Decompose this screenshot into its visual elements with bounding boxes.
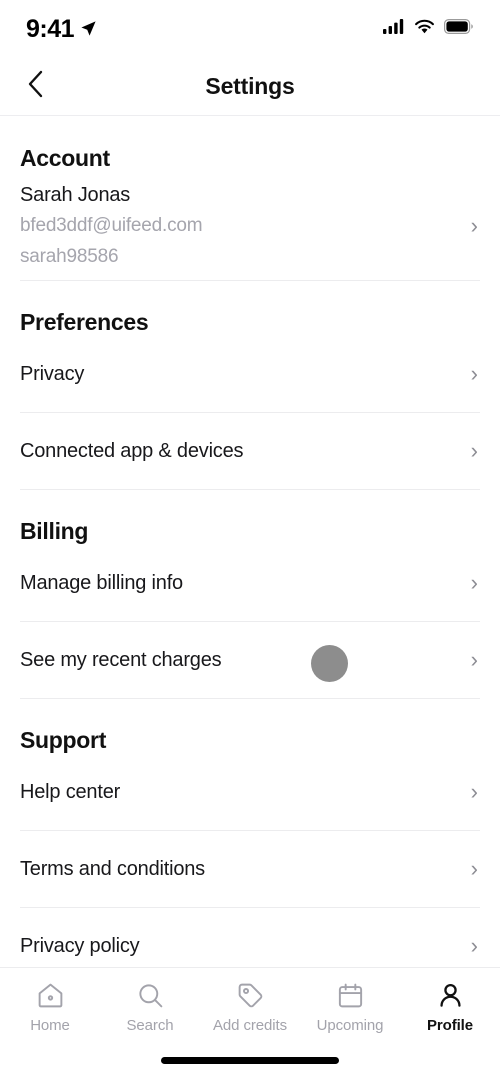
chevron-right-icon: ›: [470, 361, 478, 386]
section-title-billing: Billing: [20, 518, 89, 544]
section-title-support: Support: [20, 727, 107, 753]
row-terms-and-conditions[interactable]: Terms and conditions ›: [0, 831, 500, 907]
status-indicators: [383, 19, 474, 39]
search-icon: [136, 980, 165, 1010]
page-title: Settings: [205, 73, 295, 99]
chevron-right-icon: ›: [470, 933, 478, 958]
account-name: Sarah Jonas: [20, 183, 131, 206]
home-icon: [36, 980, 65, 1010]
status-time: 9:41: [26, 15, 97, 44]
chevron-right-icon: ›: [470, 647, 478, 672]
home-indicator: [161, 1057, 339, 1064]
row-privacy-policy[interactable]: Privacy policy ›: [0, 908, 500, 967]
tab-home[interactable]: Home: [0, 980, 100, 1034]
row-label: Help center: [20, 780, 121, 803]
calendar-icon: [336, 980, 365, 1010]
app-header: Settings: [0, 58, 500, 116]
chevron-right-icon: ›: [470, 213, 478, 238]
row-privacy[interactable]: Privacy ›: [0, 336, 500, 412]
back-button[interactable]: [14, 65, 58, 109]
row-help-center[interactable]: Help center ›: [0, 754, 500, 830]
row-label: See my recent charges: [20, 648, 222, 671]
settings-list[interactable]: Account Sarah Jonas bfed3ddf@uifeed.com …: [0, 117, 500, 967]
section-title-preferences: Preferences: [20, 309, 149, 335]
row-label: Privacy policy: [20, 934, 140, 957]
row-manage-billing-info[interactable]: Manage billing info ›: [0, 545, 500, 621]
status-time-text: 9:41: [26, 14, 75, 43]
chevron-right-icon: ›: [470, 438, 478, 463]
chevron-right-icon: ›: [470, 779, 478, 804]
battery-full-icon: [444, 19, 474, 39]
row-account-profile[interactable]: Sarah Jonas bfed3ddf@uifeed.com sarah985…: [0, 172, 500, 280]
tab-add-credits[interactable]: Add credits: [200, 980, 300, 1034]
chevron-right-icon: ›: [470, 570, 478, 595]
row-see-recent-charges[interactable]: See my recent charges ›: [0, 622, 500, 698]
person-icon: [436, 980, 465, 1010]
tab-label: Add credits: [213, 1017, 287, 1034]
chevron-left-icon: [25, 69, 47, 104]
account-info: Sarah Jonas bfed3ddf@uifeed.com sarah985…: [20, 182, 203, 270]
row-label: Connected app & devices: [20, 439, 244, 462]
account-username: sarah98586: [20, 245, 119, 267]
wifi-icon: [414, 19, 435, 39]
chevron-right-icon: ›: [470, 856, 478, 881]
location-arrow-icon: [80, 15, 97, 44]
tab-profile[interactable]: Profile: [400, 980, 500, 1034]
row-label: Terms and conditions: [20, 857, 205, 880]
tab-label: Search: [126, 1017, 174, 1034]
row-connected-apps-devices[interactable]: Connected app & devices ›: [0, 413, 500, 489]
settings-screen: 9:41 Settings Account Sarah Jonas bfed3d…: [0, 0, 500, 1080]
section-title-account: Account: [20, 145, 110, 171]
row-label: Manage billing info: [20, 571, 183, 594]
tab-label: Home: [30, 1017, 70, 1034]
row-label: Privacy: [20, 362, 85, 385]
tab-upcoming[interactable]: Upcoming: [300, 980, 400, 1034]
tag-icon: [236, 980, 265, 1010]
cellular-signal-icon: [383, 19, 405, 39]
tab-search[interactable]: Search: [100, 980, 200, 1034]
tab-label: Upcoming: [316, 1017, 384, 1034]
tab-label: Profile: [427, 1017, 473, 1034]
status-bar: 9:41: [0, 0, 500, 58]
account-email: bfed3ddf@uifeed.com: [20, 214, 203, 236]
